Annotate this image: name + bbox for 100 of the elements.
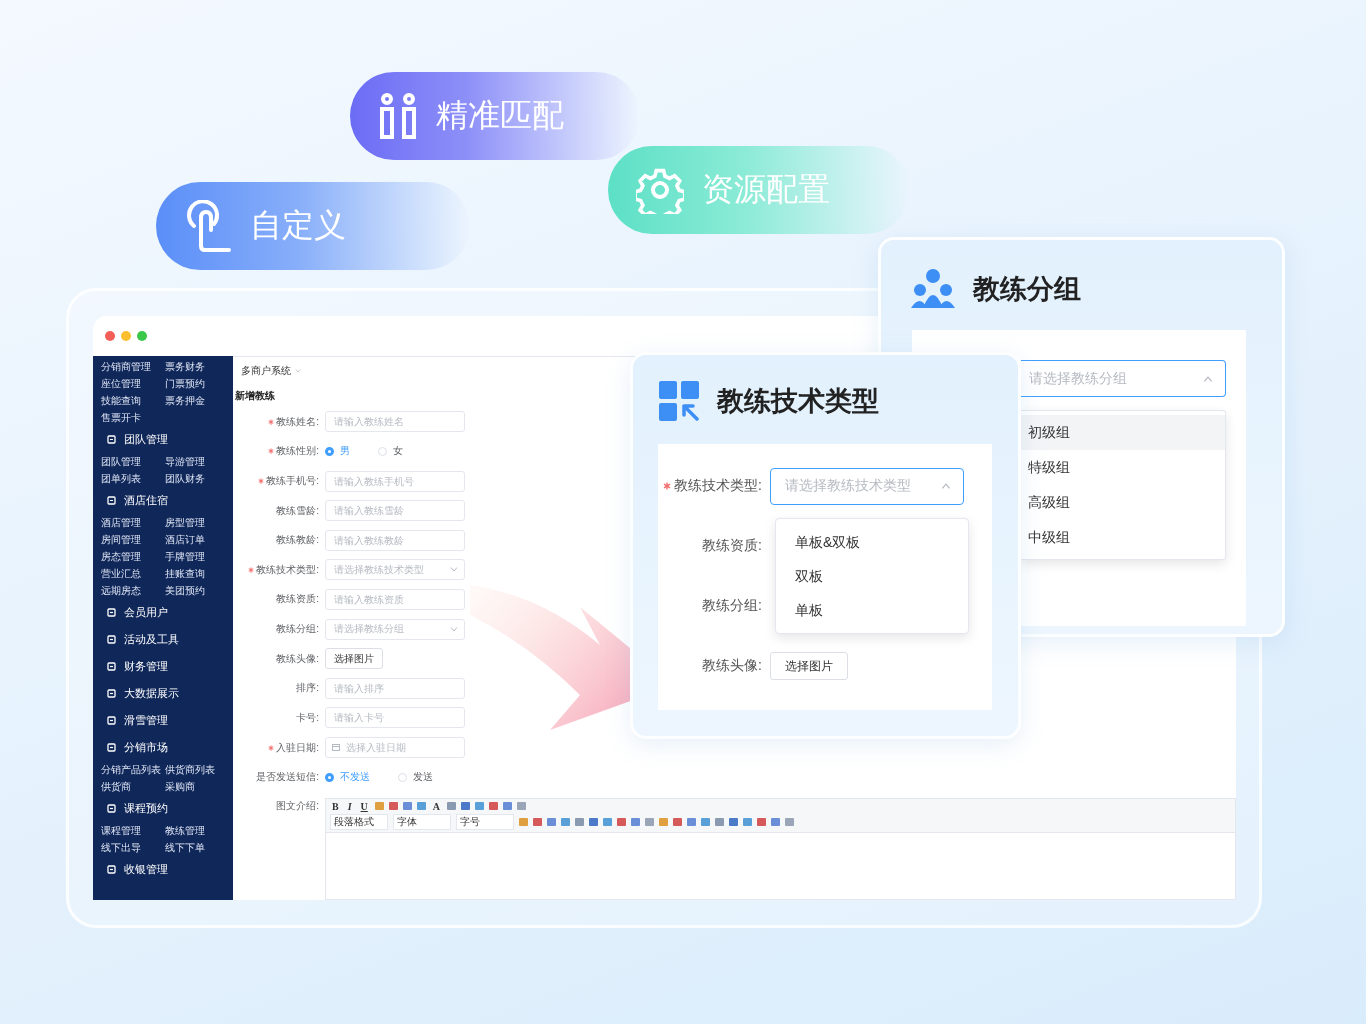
menu-icon: [107, 716, 116, 725]
card-title: 教练技术类型: [717, 385, 879, 418]
radio-label: 男: [340, 444, 350, 459]
field-label: 教练手机号:: [266, 474, 319, 488]
sidebar-item[interactable]: 供货商: [101, 778, 165, 795]
sidebar-item[interactable]: 团单列表: [101, 470, 165, 487]
sidebar-item[interactable]: 座位管理: [101, 375, 165, 392]
sidebar-item[interactable]: 供货商列表: [165, 761, 229, 778]
dropdown-option[interactable]: 高级组: [1021, 485, 1225, 520]
sidebar-item[interactable]: 线下下单: [165, 839, 229, 856]
caret-icon: [941, 483, 951, 489]
caret-icon: [1203, 375, 1213, 382]
sidebar-item[interactable]: 技能查询: [101, 392, 165, 409]
card-title: 教练分组: [973, 273, 1081, 306]
input-field[interactable]: 请输入排序: [325, 677, 465, 699]
required-icon: [663, 482, 672, 490]
sidebar-group[interactable]: 财务管理: [124, 659, 168, 674]
menu-icon: [107, 804, 116, 813]
dropdown-field[interactable]: 段落格式: [330, 813, 388, 830]
sidebar-item[interactable]: 酒店订单: [165, 531, 229, 548]
sidebar-group[interactable]: 分销市场: [124, 740, 168, 755]
system-switcher[interactable]: 多商户系统: [241, 364, 291, 378]
sidebar-item[interactable]: 远期房态: [101, 582, 165, 599]
menu-icon: [107, 865, 116, 874]
feature-label: 资源配置: [702, 170, 830, 209]
minimize-dot-icon[interactable]: [121, 331, 131, 341]
sidebar-group[interactable]: 会员用户: [124, 605, 168, 620]
maximize-dot-icon[interactable]: [137, 331, 147, 341]
field-label: 教练性别:: [276, 444, 319, 459]
sidebar-item[interactable]: 酒店管理: [101, 514, 165, 531]
sidebar-item[interactable]: 团队财务: [165, 470, 229, 487]
format-button[interactable]: U: [358, 800, 370, 812]
sidebar-group[interactable]: 活动及工具: [124, 632, 179, 647]
close-dot-icon[interactable]: [105, 331, 115, 341]
sidebar-item[interactable]: 团队管理: [101, 453, 165, 470]
sidebar-group[interactable]: 滑雪管理: [124, 713, 168, 728]
required-icon: [248, 566, 255, 573]
input-field[interactable]: 请输入教练雪龄: [325, 500, 465, 522]
dropdown-option[interactable]: 初级组: [1021, 415, 1225, 450]
sidebar-group[interactable]: 大数据展示: [124, 686, 179, 701]
field-label: 教练头像:: [702, 657, 762, 675]
sidebar-item[interactable]: 导游管理: [165, 453, 229, 470]
sidebar-item[interactable]: 售票开卡: [101, 409, 165, 426]
dropdown-option[interactable]: 中级组: [1021, 520, 1225, 555]
field-label: 是否发送短信:: [256, 770, 319, 785]
format-button[interactable]: A: [430, 800, 443, 812]
input-field[interactable]: 请输入教练资质: [325, 588, 465, 610]
sidebar-item[interactable]: 分销产品列表: [101, 761, 165, 778]
sidebar-item[interactable]: 采购商: [165, 778, 229, 795]
radio-button[interactable]: [325, 772, 334, 782]
sidebar-item[interactable]: 美团预约: [165, 582, 229, 599]
sidebar-item[interactable]: 房间管理: [101, 531, 165, 548]
dropdown-field[interactable]: 字号: [456, 813, 514, 830]
dropdown-option[interactable]: 双板: [776, 559, 968, 593]
required-icon: [268, 448, 275, 455]
sidebar-item[interactable]: 线下出导: [101, 839, 165, 856]
menu-icon: [107, 743, 116, 752]
choose-image-button[interactable]: 选择图片: [770, 652, 848, 680]
rich-text-editor[interactable]: B I U A 段落格式 字体 字号: [325, 797, 1236, 900]
sidebar-group[interactable]: 团队管理: [124, 432, 168, 447]
sidebar-item[interactable]: 票务财务: [165, 358, 229, 375]
sidebar-item[interactable]: 课程管理: [101, 822, 165, 839]
input-field[interactable]: 请输入教练姓名: [325, 411, 465, 433]
sidebar-item[interactable]: 房型管理: [165, 514, 229, 531]
dropdown-field[interactable]: 字体: [393, 813, 451, 830]
sidebar-group[interactable]: 收银管理: [124, 862, 168, 877]
input-field[interactable]: 请输入教练教龄: [325, 529, 465, 551]
dropdown-option[interactable]: 单板: [776, 593, 968, 627]
sidebar-item[interactable]: 手牌管理: [165, 548, 229, 565]
sidebar-item[interactable]: 教练管理: [165, 822, 229, 839]
field-label: 教练姓名:: [276, 414, 319, 429]
sidebar-item[interactable]: 房态管理: [101, 548, 165, 565]
sidebar-item[interactable]: 分销商管理: [101, 358, 165, 375]
feature-label: 精准匹配: [436, 96, 564, 135]
sidebar-group[interactable]: 酒店住宿: [124, 493, 168, 508]
sidebar-item[interactable]: 挂账查询: [165, 565, 229, 582]
date-field[interactable]: 选择入驻日期: [325, 737, 465, 758]
sidebar-item[interactable]: 票务押金: [165, 392, 229, 409]
radio-label: 不发送: [340, 770, 370, 785]
dropdown-option[interactable]: 单板&双板: [776, 525, 968, 559]
menu-icon: [107, 662, 116, 671]
sidebar-item[interactable]: 门票预约: [165, 375, 229, 392]
field-label: 教练资质:: [276, 592, 319, 607]
field-label: 卡号:: [296, 710, 319, 725]
sidebar-group[interactable]: 课程预约: [124, 801, 168, 816]
input-field[interactable]: 请输入卡号: [325, 707, 465, 729]
field-label: 教练头像:: [276, 651, 319, 666]
menu-icon: [107, 635, 116, 644]
format-button[interactable]: B: [330, 800, 341, 812]
radio-button[interactable]: [325, 446, 334, 456]
choose-image-button[interactable]: 选择图片: [325, 648, 383, 670]
sidebar-item[interactable]: 营业汇总: [101, 565, 165, 582]
caret-icon: [450, 567, 458, 573]
form-title: 新增教练: [234, 389, 275, 403]
field-label: 教练技术类型:: [674, 477, 762, 495]
users-icon: [911, 268, 955, 310]
caret-icon: [450, 626, 458, 632]
input-field[interactable]: 请输入教练手机号: [325, 470, 465, 492]
format-button[interactable]: I: [345, 800, 354, 812]
dropdown-option[interactable]: 特级组: [1021, 450, 1225, 485]
